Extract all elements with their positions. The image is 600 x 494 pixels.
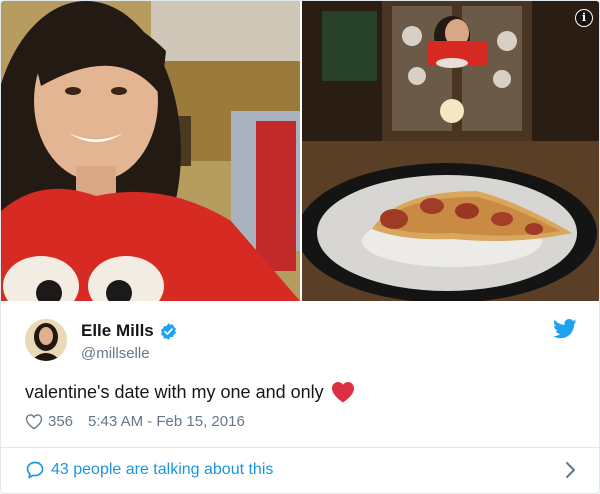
heart-emoji-icon	[331, 382, 354, 403]
avatar[interactable]	[25, 319, 67, 361]
handle[interactable]: @millselle	[81, 345, 150, 362]
verified-badge-icon	[160, 322, 176, 340]
conversation-link[interactable]: 43 people are talking about this	[25, 457, 577, 483]
like-count[interactable]: 356	[48, 413, 73, 430]
info-icon[interactable]: i	[575, 9, 593, 27]
selfie-photo[interactable]	[1, 1, 300, 301]
display-name[interactable]: Elle Mills	[81, 321, 154, 341]
talking-count[interactable]: 43 people are talking about this	[51, 461, 273, 479]
twitter-bird-icon[interactable]	[553, 319, 577, 339]
tweet-media[interactable]: i	[1, 1, 599, 301]
timestamp[interactable]: 5:43 AM - Feb 15, 2016	[88, 413, 245, 430]
footer-divider	[1, 447, 599, 448]
reply-bubble-icon	[26, 461, 44, 479]
avatar-image	[25, 319, 67, 361]
tweet-author: Elle Mills @millselle	[25, 319, 577, 365]
pizza-illustration	[302, 1, 599, 301]
pizza-photo[interactable]	[302, 1, 599, 301]
name-row: Elle Mills	[81, 321, 178, 341]
tweet-body: valentine's date with my one and only	[25, 381, 324, 402]
like-heart-icon[interactable]	[25, 413, 43, 430]
embedded-tweet-card: i Elle Mills @millselle valentine's date…	[0, 0, 600, 494]
chevron-right-icon[interactable]	[565, 461, 577, 479]
selfie-illustration	[1, 1, 300, 301]
tweet-meta: 356 5:43 AM - Feb 15, 2016	[25, 413, 245, 430]
tweet-text: valentine's date with my one and only	[25, 381, 355, 403]
